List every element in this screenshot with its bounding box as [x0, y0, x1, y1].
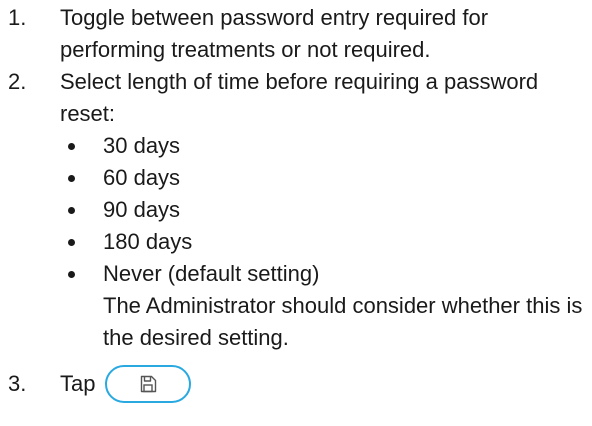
option-label: Never (default setting)	[103, 261, 320, 286]
option-180-days: 180 days	[60, 226, 592, 258]
bullet-icon	[68, 239, 75, 246]
bullet-icon	[68, 175, 75, 182]
step-1: 1. Toggle between password entry require…	[0, 2, 592, 66]
bullet-icon	[68, 143, 75, 150]
bullet-icon	[68, 207, 75, 214]
step-text: Toggle between password entry required f…	[60, 5, 489, 62]
bullet-icon	[68, 271, 75, 278]
step-2: 2. Select length of time before requirin…	[0, 66, 592, 354]
step-number: 1.	[8, 5, 27, 30]
step-text: Tap	[60, 371, 96, 396]
default-setting-note: The Administrator should consider whethe…	[103, 293, 583, 350]
option-never: Never (default setting) The Administrato…	[60, 258, 592, 354]
step-number: 2.	[8, 69, 27, 94]
option-60-days: 60 days	[60, 162, 592, 194]
step-3: 3. Tap	[0, 365, 592, 403]
save-icon	[141, 375, 157, 393]
step-text: Select length of time before requiring a…	[60, 69, 539, 126]
option-label: 60 days	[103, 165, 181, 190]
option-label: 180 days	[103, 229, 193, 254]
option-30-days: 30 days	[60, 130, 592, 162]
instruction-document: 1. Toggle between password entry require…	[0, 2, 592, 403]
option-label: 30 days	[103, 133, 181, 158]
save-button[interactable]	[105, 365, 192, 403]
step-number: 3.	[8, 371, 27, 396]
reset-interval-options: 30 days 60 days 90 days 180 days Never (…	[60, 130, 592, 354]
option-label: 90 days	[103, 197, 181, 222]
option-90-days: 90 days	[60, 194, 592, 226]
